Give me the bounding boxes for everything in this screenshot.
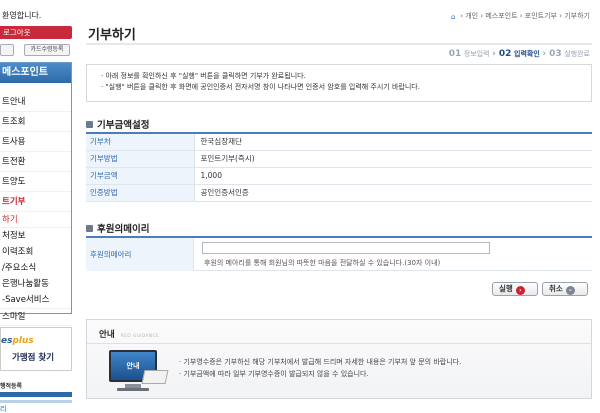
sidebar-subitem-donate[interactable]: 하기	[0, 212, 71, 228]
row-label-donee: 기부처	[86, 132, 195, 151]
notice-line: · "실행" 버튼을 클릭한 후 화면에 공인인증서 전자서명 창이 나타나면 …	[101, 83, 420, 91]
breadcrumb-text: › 개인 › 메스포인트 › 포인트기부 › 기부하기	[460, 12, 590, 20]
main-content: ⌂ › 개인 › 메스포인트 › 포인트기부 › 기부하기 기부하기 01 정보…	[86, 0, 592, 413]
section-bullet-icon	[86, 121, 93, 128]
guide-line: · 기부금액에 따라 일부 기부영수증이 발급되지 않을 수 있습니다.	[179, 370, 369, 378]
sidebar-item-point-use[interactable]: 트사용	[0, 132, 71, 152]
step-1: 01 정보입력	[448, 49, 490, 59]
sidebar-item-smile[interactable]: 스마일	[0, 309, 71, 326]
account-button-row: 카드수령등록	[0, 44, 72, 56]
title-divider	[86, 43, 592, 45]
step-2-current: 02 입력확인	[498, 49, 540, 59]
welcome-text: 환영합니다.	[2, 11, 42, 20]
status-label: 행적등록	[0, 383, 23, 390]
memo-section-title: 후원의메이리	[86, 221, 149, 235]
guide-line: · 기부영수증은 기부하신 해당 기부처에서 발급해 드리며 자세한 내용은 기…	[179, 358, 462, 366]
donation-info-table: 기부처 한국심장재단 기부방법 포인트기부(즉시) 기부금액 1,000 인증방…	[86, 132, 592, 202]
card-register-button[interactable]: 카드수령등록	[24, 44, 70, 56]
table-row: 인증방법 공인인증서인증	[86, 184, 592, 202]
notice-box: · 아래 정보를 확인하신 후 "실행" 버튼을 클릭하면 기부가 완료됩니다.…	[86, 64, 592, 102]
account-button-left[interactable]	[0, 44, 14, 56]
book-icon	[141, 370, 169, 384]
sidebar-item-save-service[interactable]: -Save서비스	[0, 292, 71, 309]
row-value-donee: 한국심장재단	[194, 132, 592, 151]
step-3: 03 실행완료	[549, 49, 590, 59]
sidebar-subitem-bank-sharing[interactable]: 은행나눔활동	[0, 276, 71, 292]
monitor-base	[117, 388, 149, 391]
store-finder-banner[interactable]: esplus 가맹점 찾기	[0, 327, 72, 371]
sidebar-menu-list: 트안내 트조회 트사용 트전환 트양도 트기부 하기 처정보 이력조회 /주요소…	[0, 92, 71, 326]
memo-help-text: 후원의 메아리를 통해 회원님의 따뜻한 마음을 전달하실 수 있습니다.(30…	[204, 259, 441, 267]
store-finder-text: 가맹점 찾기	[12, 353, 55, 363]
sidebar-subitem-news[interactable]: /주요소식	[0, 260, 71, 276]
execute-button[interactable]: 실행 ›	[492, 282, 538, 296]
sidebar-item-point-guide[interactable]: 트안내	[0, 92, 71, 112]
sidebar-subitem-history[interactable]: 이력조회	[0, 244, 71, 260]
memo-row: 후원의메아리 후원의 메아리를 통해 회원님의 따뜻한 마음을 전달하실 수 있…	[86, 236, 592, 271]
sidebar-item-point-donate[interactable]: 트기부	[0, 192, 71, 212]
section-bullet-icon	[86, 225, 93, 232]
row-label-method: 기부방법	[86, 150, 195, 168]
page-title: 기부하기	[88, 28, 136, 43]
arrow-right-icon: ›	[515, 286, 525, 295]
home-icon[interactable]: ⌂	[451, 13, 458, 21]
table-row: 기부금액 1,000	[86, 167, 592, 185]
minus-icon: –	[565, 286, 575, 295]
cancel-button[interactable]: 취소 –	[542, 282, 588, 296]
memo-input[interactable]	[202, 242, 490, 254]
sidebar-subitem-donee-info[interactable]: 처정보	[0, 228, 71, 244]
step-arrow-icon: ›	[492, 49, 499, 59]
brand-logo: esplus	[1, 336, 34, 346]
table-row: 기부처 한국심장재단	[86, 132, 592, 151]
memo-label: 후원의메아리	[86, 238, 194, 271]
notice-line: · 아래 정보를 확인하신 후 "실행" 버튼을 클릭하면 기부가 완료됩니다.	[101, 72, 306, 80]
logout-button[interactable]: 로그아웃	[0, 26, 72, 39]
sidebar-item-point-inquiry[interactable]: 트조회	[0, 112, 71, 132]
status-bar-secondary	[0, 400, 72, 403]
row-label-auth: 인증방법	[86, 184, 195, 202]
guide-title: 안내 RED GUIDANCE	[99, 330, 160, 340]
row-value-auth: 공인인증서인증	[194, 184, 592, 202]
sidebar-item-point-convert[interactable]: 트전환	[0, 152, 71, 172]
status-bar	[0, 392, 72, 397]
sidebar-menu-title: 메스포인트	[0, 63, 71, 83]
guide-box: 안내 RED GUIDANCE 안내 · 기부영수증은 기부하신 해당 기부처에서…	[86, 319, 592, 399]
guide-text: · 기부영수증은 기부하신 해당 기부처에서 발급해 드리며 자세한 내용은 기…	[179, 356, 461, 380]
guide-monitor-illustration: 안내	[103, 350, 169, 394]
breadcrumb: ⌂ › 개인 › 메스포인트 › 포인트기부 › 기부하기	[451, 11, 590, 21]
donation-section-title: 기부금액설정	[86, 117, 149, 131]
row-value-amount: 1,000	[194, 167, 592, 185]
sidebar-menu-panel: 메스포인트 트안내 트조회 트사용 트전환 트양도 트기부 하기 처정보 이력조…	[0, 62, 72, 326]
sidebar-bottom-link[interactable]: 리	[0, 404, 6, 413]
guide-divider	[87, 343, 591, 344]
step-indicator: 01 정보입력 › 02 입력확인 › 03 실행완료	[449, 49, 590, 59]
row-value-method: 포인트기부(즉시)	[194, 150, 592, 168]
row-label-amount: 기부금액	[86, 167, 195, 185]
sidebar-item-point-transfer[interactable]: 트양도	[0, 172, 71, 192]
sidebar: 환영합니다. 로그아웃 카드수령등록 메스포인트 트안내 트조회 트사용 트전환…	[0, 0, 76, 413]
table-row: 기부방법 포인트기부(즉시)	[86, 150, 592, 168]
